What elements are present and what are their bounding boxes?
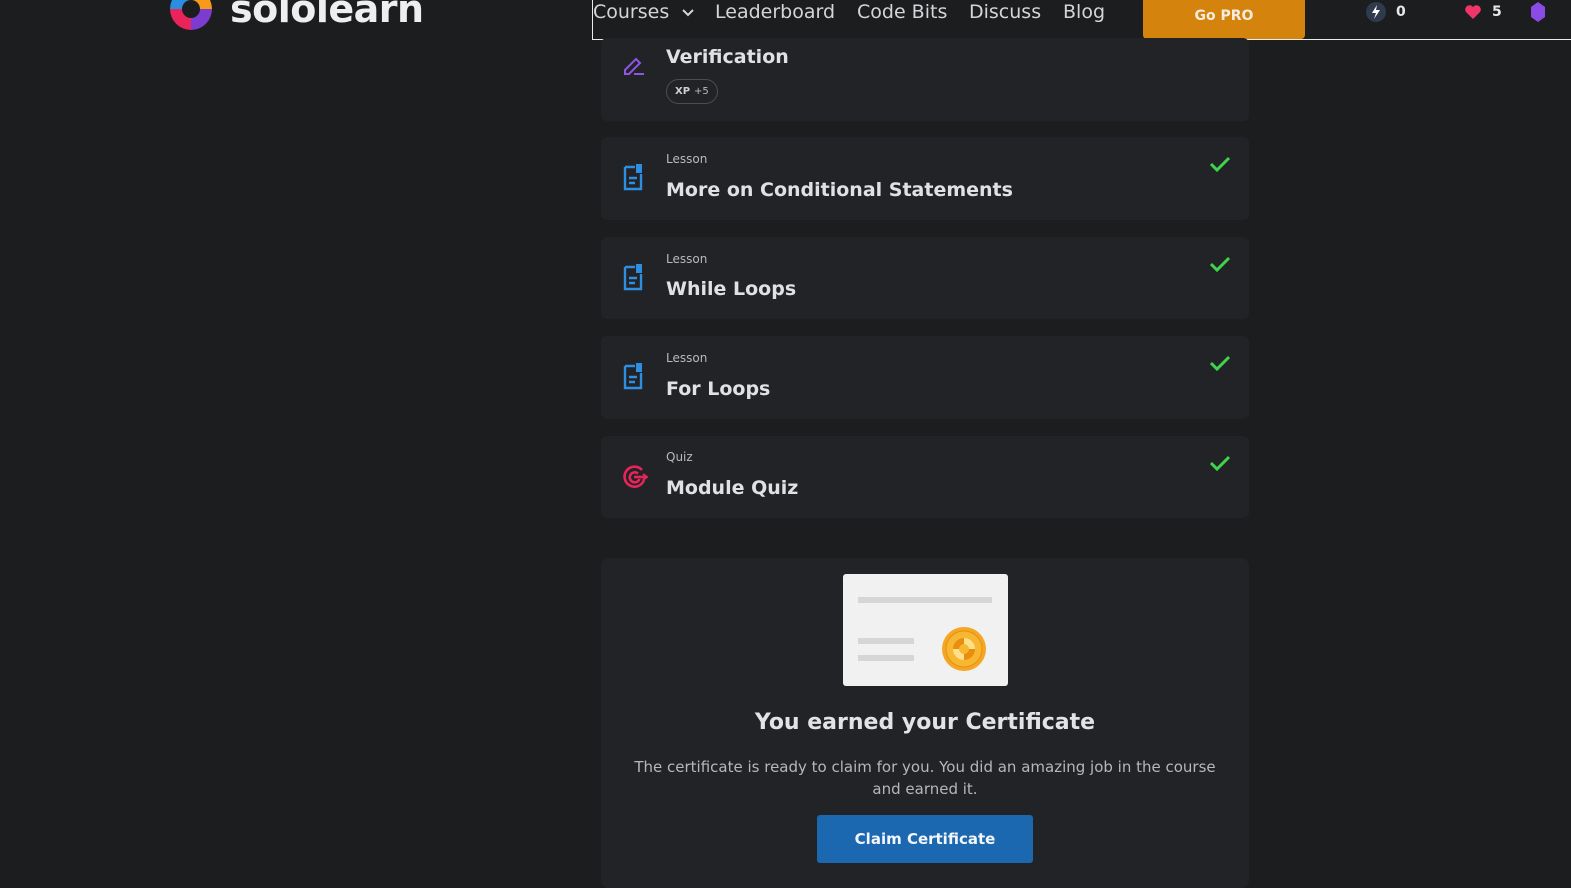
- nav-blog[interactable]: Blog: [1063, 0, 1105, 28]
- nav-courses-label: Courses: [593, 1, 670, 23]
- sololearn-logo-icon: [170, 0, 212, 30]
- go-pro-button[interactable]: Go PRO: [1143, 0, 1305, 39]
- pen-icon: [624, 57, 644, 75]
- list-item-lesson[interactable]: Lesson For Loops: [601, 336, 1249, 419]
- list-item-lesson[interactable]: Lesson While Loops: [601, 237, 1249, 319]
- item-title: For Loops: [666, 378, 771, 400]
- bolt-icon: [1366, 2, 1386, 22]
- nav-discuss[interactable]: Discuss: [969, 0, 1041, 28]
- quiz-target-icon: [623, 465, 648, 488]
- streak-counter[interactable]: 0: [1366, 0, 1406, 24]
- item-title: Module Quiz: [666, 477, 799, 499]
- item-title: Verification: [666, 46, 789, 68]
- list-item-lesson[interactable]: Lesson More on Conditional Statements: [601, 137, 1249, 220]
- nav-code-bits[interactable]: Code Bits: [857, 0, 947, 28]
- chevron-down-icon: [682, 9, 694, 17]
- lesson-icon: [623, 164, 643, 191]
- hearts-count: 5: [1492, 4, 1502, 20]
- xp-label: XP: [675, 86, 691, 97]
- list-item-quiz[interactable]: Quiz Module Quiz: [601, 436, 1249, 518]
- gem-icon[interactable]: [1531, 2, 1545, 22]
- certificate-card: You earned your Certificate The certific…: [601, 558, 1249, 888]
- claim-certificate-button[interactable]: Claim Certificate: [817, 815, 1033, 863]
- heart-icon: [1465, 5, 1481, 19]
- brand-name: sololearn: [230, 0, 424, 31]
- item-kind: Lesson: [666, 152, 708, 166]
- item-kind: Quiz: [666, 450, 693, 464]
- brand-logo[interactable]: sololearn: [166, 0, 424, 34]
- certificate-illustration: [843, 574, 1008, 686]
- go-pro-label: Go PRO: [1194, 7, 1254, 24]
- xp-badge: XP +5: [666, 79, 718, 104]
- certificate-description: The certificate is ready to claim for yo…: [634, 758, 1216, 798]
- check-icon: [1209, 156, 1231, 173]
- check-icon: [1209, 256, 1231, 273]
- certificate-icon: [858, 597, 992, 671]
- xp-value: +5: [694, 86, 709, 97]
- item-title: While Loops: [666, 278, 797, 300]
- nav-courses[interactable]: Courses: [593, 0, 695, 28]
- item-kind: Lesson: [666, 252, 708, 266]
- lesson-icon: [623, 363, 643, 390]
- nav-leaderboard[interactable]: Leaderboard: [715, 0, 835, 28]
- check-icon: [1209, 355, 1231, 372]
- top-navbar: Courses Leaderboard Code Bits Discuss Bl…: [592, 0, 1571, 40]
- item-title: More on Conditional Statements: [666, 179, 1013, 201]
- certificate-heading: You earned your Certificate: [754, 710, 1096, 735]
- item-kind: Lesson: [666, 351, 708, 365]
- list-item-verification[interactable]: Verification XP +5: [601, 38, 1249, 121]
- check-icon: [1209, 455, 1231, 472]
- streak-count: 0: [1396, 4, 1406, 20]
- lesson-icon: [623, 264, 643, 291]
- hearts-counter[interactable]: 5: [1464, 0, 1502, 24]
